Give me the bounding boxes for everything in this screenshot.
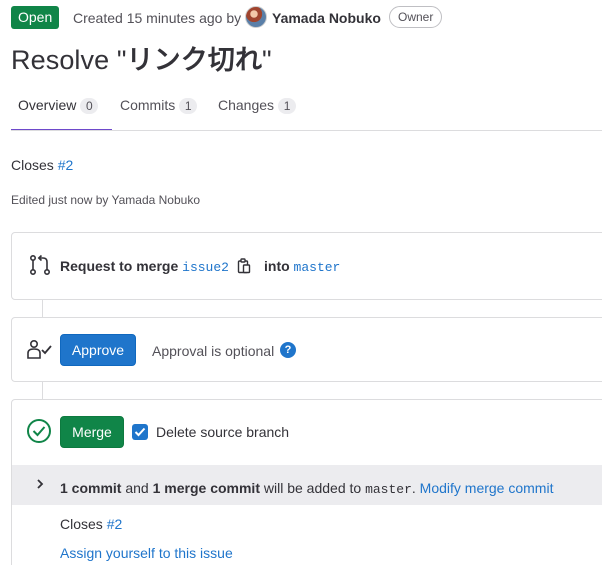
tab-commits-label: Commits [120, 97, 176, 113]
owner-badge: Owner [389, 6, 443, 28]
card-connector [42, 382, 43, 399]
merge-closes: Closes #2 [60, 516, 122, 532]
commit-target-branch: master [365, 482, 412, 497]
commit-count: 1 commit [60, 480, 122, 496]
help-icon[interactable]: ? [280, 342, 296, 358]
title-suffix: " [262, 45, 272, 75]
modify-merge-commit-link[interactable]: Modify merge commit [420, 480, 554, 496]
target-branch-link[interactable]: master [294, 260, 341, 275]
tab-changes-label: Changes [218, 97, 275, 113]
source-branch-link[interactable]: issue2 [182, 260, 229, 275]
page-title: Resolve "リンク切れ" [11, 42, 272, 79]
merge-request-icon [29, 254, 51, 276]
closes-label: Closes [11, 157, 54, 173]
tab-commits-count: 1 [179, 98, 198, 114]
description-closes: Closes #2 [11, 157, 73, 173]
chevron-right-icon[interactable] [35, 478, 45, 490]
merge-closes-issue-link[interactable]: #2 [107, 516, 123, 532]
commit-period: . [411, 480, 416, 496]
commit-info-text: 1 commit and 1 merge commit will be adde… [60, 480, 553, 497]
delete-source-label[interactable]: Delete source branch [156, 424, 289, 440]
closes-issue-link[interactable]: #2 [58, 157, 74, 173]
merge-button[interactable]: Merge [60, 416, 124, 448]
created-text: Created 15 minutes ago by [73, 10, 242, 26]
tab-changes-count: 1 [278, 98, 297, 114]
check-circle-icon [27, 419, 51, 443]
commit-and: and [125, 480, 149, 496]
title-name: リンク切れ [126, 45, 263, 76]
request-to-merge-label: Request to merge [60, 258, 179, 274]
tab-overview-count: 0 [80, 98, 99, 114]
commit-added-text: will be added to [263, 480, 362, 496]
copy-icon[interactable] [237, 258, 251, 274]
tabs-divider [11, 130, 602, 131]
tab-changes[interactable]: Changes 1 [218, 89, 297, 131]
delete-source-checkbox[interactable] [132, 424, 148, 440]
into-text: into master [264, 258, 340, 275]
edited-note: Edited just now by Yamada Nobuko [11, 193, 201, 207]
card-connector [42, 300, 43, 317]
into-label: into [264, 258, 290, 274]
tab-commits[interactable]: Commits 1 [120, 89, 198, 131]
tab-overview[interactable]: Overview 0 [11, 89, 112, 131]
status-badge: Open [11, 6, 60, 29]
tab-overview-label: Overview [18, 97, 77, 113]
approval-optional-text: Approval is optional [152, 343, 275, 359]
title-prefix: Resolve " [11, 45, 127, 75]
merge-closes-label: Closes [60, 516, 103, 532]
merge-commit-count: 1 merge commit [152, 480, 260, 496]
avatar[interactable] [245, 6, 267, 28]
approve-button[interactable]: Approve [60, 334, 136, 366]
assign-yourself-link[interactable]: Assign yourself to this issue [60, 545, 233, 561]
merge-request-text: Request to merge issue2 [60, 258, 229, 275]
approval-user-icon [27, 339, 52, 359]
author-link[interactable]: Yamada Nobuko [272, 10, 381, 26]
